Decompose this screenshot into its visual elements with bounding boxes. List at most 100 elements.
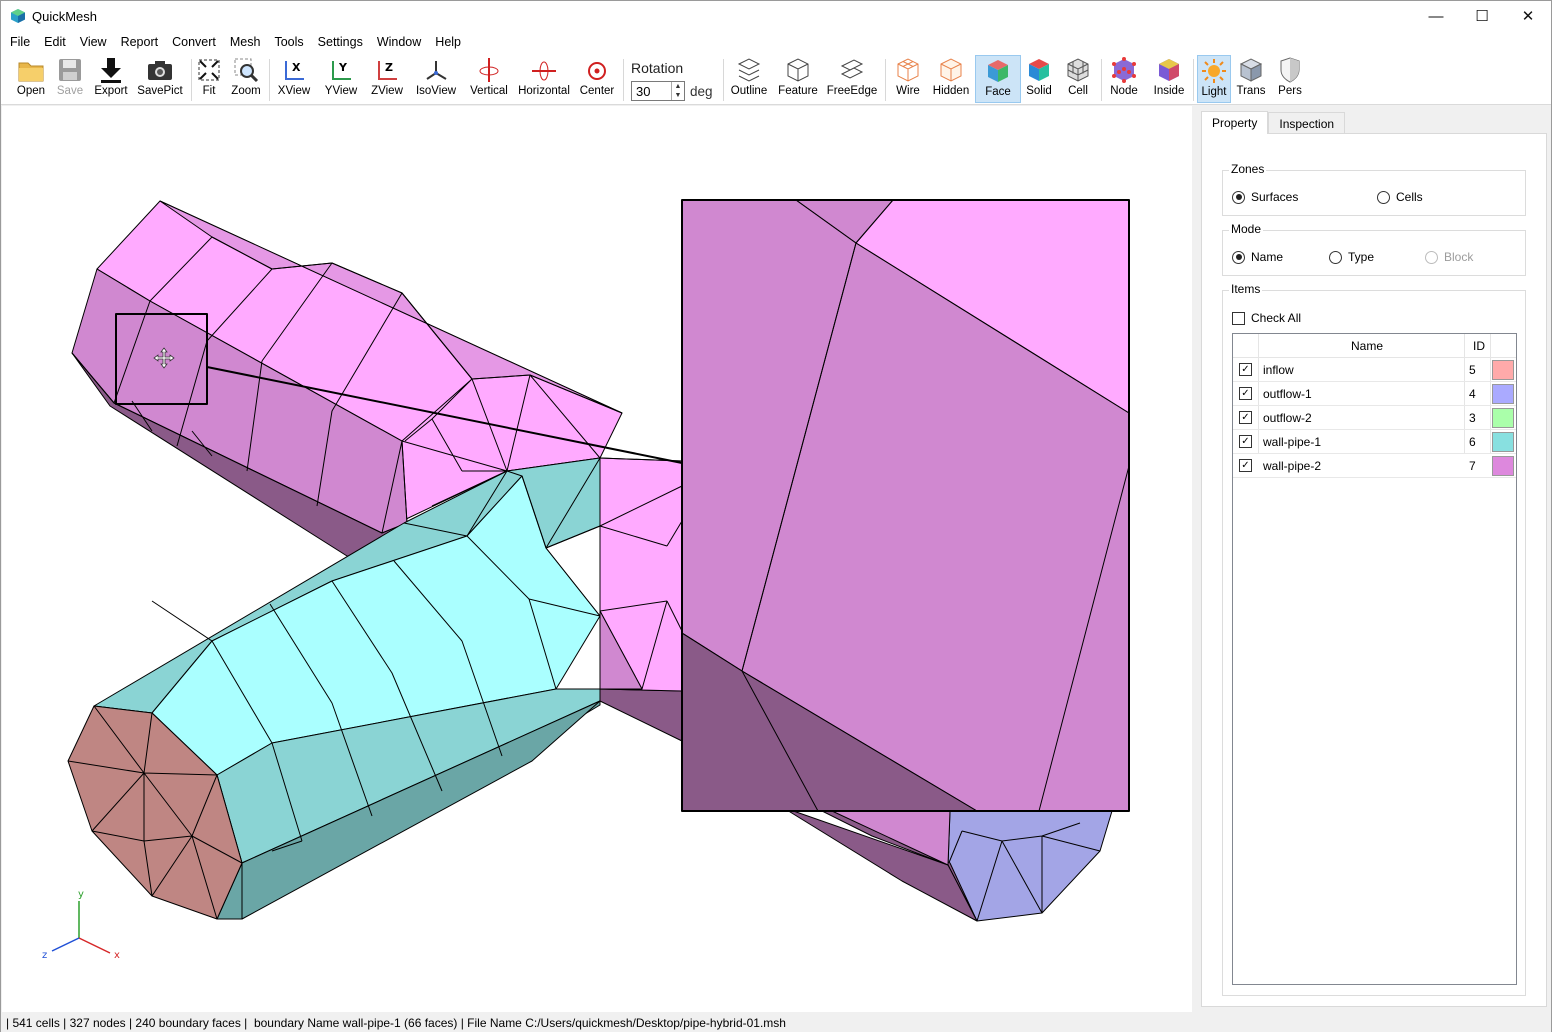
- check-all[interactable]: Check All: [1232, 311, 1301, 325]
- zoom-button[interactable]: Zoom: [229, 55, 263, 103]
- menu-edit[interactable]: Edit: [37, 35, 73, 49]
- zview-button[interactable]: Z ZView: [367, 55, 407, 103]
- radio-type-indicator[interactable]: [1329, 250, 1342, 264]
- check-all-label: Check All: [1251, 311, 1302, 325]
- tab-inspection[interactable]: Inspection: [1268, 112, 1346, 134]
- minimize-button[interactable]: —: [1413, 1, 1459, 31]
- menu-settings[interactable]: Settings: [311, 35, 370, 49]
- cell-button[interactable]: Cell: [1061, 55, 1095, 103]
- menu-file[interactable]: File: [3, 35, 37, 49]
- center-button[interactable]: Center: [577, 55, 617, 103]
- inside-label: Inside: [1153, 85, 1185, 97]
- row-color-swatch[interactable]: [1492, 384, 1514, 404]
- fit-button[interactable]: Fit: [195, 55, 223, 103]
- vertical-rotate-button[interactable]: Vertical: [467, 55, 511, 103]
- menu-convert[interactable]: Convert: [165, 35, 223, 49]
- hidden-button[interactable]: Hidden: [931, 55, 971, 103]
- table-row[interactable]: ✓ wall-pipe-1 6: [1233, 430, 1516, 454]
- row-checkbox[interactable]: ✓: [1239, 363, 1252, 376]
- menu-bar: File Edit View Report Convert Mesh Tools…: [1, 31, 1551, 53]
- isoview-label: IsoView: [415, 85, 457, 97]
- outline-button[interactable]: Outline: [729, 55, 769, 103]
- sun-icon: [1200, 56, 1228, 86]
- wire-button[interactable]: Wire: [891, 55, 925, 103]
- check-all-box[interactable]: [1232, 311, 1245, 325]
- yview-button[interactable]: Y YView: [321, 55, 361, 103]
- cell-grid-icon: [1064, 55, 1092, 85]
- items-table-header: Name ID: [1233, 334, 1516, 358]
- row-id: 6: [1469, 435, 1476, 449]
- table-row[interactable]: ✓ outflow-1 4: [1233, 382, 1516, 406]
- radio-surfaces[interactable]: Surfaces: [1232, 190, 1298, 204]
- row-checkbox[interactable]: ✓: [1239, 459, 1252, 472]
- rotation-angle-input[interactable]: 30 ▲ ▼: [631, 81, 685, 101]
- transparent-cube-icon: [1237, 55, 1265, 85]
- magnifier-icon: [232, 55, 260, 85]
- menu-tools[interactable]: Tools: [267, 35, 310, 49]
- row-color-swatch[interactable]: [1492, 360, 1514, 380]
- pers-button[interactable]: Pers: [1273, 55, 1307, 103]
- maximize-button[interactable]: ☐: [1459, 1, 1505, 31]
- isoview-button[interactable]: IsoView: [413, 55, 459, 103]
- radio-type[interactable]: Type: [1329, 250, 1374, 264]
- table-row[interactable]: ✓ inflow 5: [1233, 358, 1516, 382]
- close-button[interactable]: ✕: [1505, 1, 1551, 31]
- radio-name[interactable]: Name: [1232, 250, 1283, 264]
- row-name: wall-pipe-2: [1263, 459, 1322, 473]
- download-arrow-icon: [97, 55, 125, 85]
- export-button[interactable]: Export: [91, 55, 131, 103]
- open-button[interactable]: Open: [13, 55, 49, 103]
- radio-cells[interactable]: Cells: [1377, 190, 1423, 204]
- face-button[interactable]: Face: [975, 55, 1021, 103]
- table-row[interactable]: ✓ outflow-2 3: [1233, 406, 1516, 430]
- menu-help[interactable]: Help: [428, 35, 468, 49]
- menu-view[interactable]: View: [73, 35, 114, 49]
- menu-mesh[interactable]: Mesh: [223, 35, 268, 49]
- radio-surfaces-indicator[interactable]: [1232, 190, 1245, 204]
- hidden-label: Hidden: [932, 85, 970, 97]
- radio-name-indicator[interactable]: [1232, 250, 1245, 264]
- fit-arrows-icon: [195, 55, 223, 85]
- col-id-header[interactable]: ID: [1473, 339, 1485, 353]
- face-label: Face: [985, 86, 1011, 98]
- axis-y-label: y: [78, 889, 84, 900]
- spin-down-icon[interactable]: ▼: [672, 91, 684, 100]
- horizontal-rotate-button[interactable]: Horizontal: [517, 55, 571, 103]
- savepict-button[interactable]: SavePict: [135, 55, 185, 103]
- row-color-swatch[interactable]: [1492, 456, 1514, 476]
- col-name-header[interactable]: Name: [1351, 339, 1383, 353]
- trans-button[interactable]: Trans: [1235, 55, 1267, 103]
- row-id: 5: [1469, 363, 1476, 377]
- spin-up-icon[interactable]: ▲: [672, 82, 684, 91]
- row-checkbox[interactable]: ✓: [1239, 411, 1252, 424]
- zones-title: Zones: [1229, 162, 1267, 176]
- row-color-swatch[interactable]: [1492, 408, 1514, 428]
- row-id: 4: [1469, 387, 1476, 401]
- row-checkbox[interactable]: ✓: [1239, 387, 1252, 400]
- row-color-swatch[interactable]: [1492, 432, 1514, 452]
- menu-report[interactable]: Report: [114, 35, 166, 49]
- row-checkbox[interactable]: ✓: [1239, 435, 1252, 448]
- inside-button[interactable]: Inside: [1149, 55, 1189, 103]
- solid-cube-icon: [1025, 55, 1053, 85]
- camera-icon: [146, 55, 174, 85]
- solid-button[interactable]: Solid: [1023, 55, 1055, 103]
- horizontal-rotation-icon: [530, 55, 558, 85]
- radio-cells-indicator[interactable]: [1377, 190, 1390, 204]
- feature-button[interactable]: Feature: [775, 55, 821, 103]
- save-button[interactable]: Save: [53, 55, 87, 103]
- xview-button[interactable]: X XView: [275, 55, 313, 103]
- menu-window[interactable]: Window: [370, 35, 428, 49]
- radio-name-label: Name: [1251, 250, 1284, 264]
- node-button[interactable]: Node: [1107, 55, 1141, 103]
- svg-text:Z: Z: [385, 61, 393, 74]
- xview-label: XView: [277, 85, 311, 97]
- radio-block-indicator: [1425, 250, 1438, 264]
- property-panel: Property Inspection Zones Surfaces Cells…: [1201, 111, 1547, 1007]
- light-button[interactable]: Light: [1197, 55, 1231, 103]
- rotation-spinner[interactable]: ▲ ▼: [671, 82, 684, 100]
- tab-property[interactable]: Property: [1201, 111, 1269, 134]
- table-row[interactable]: ✓ wall-pipe-2 7: [1233, 454, 1516, 478]
- 3d-viewport[interactable]: y x z: [2, 106, 1192, 1012]
- freeedge-button[interactable]: FreeEdge: [825, 55, 879, 103]
